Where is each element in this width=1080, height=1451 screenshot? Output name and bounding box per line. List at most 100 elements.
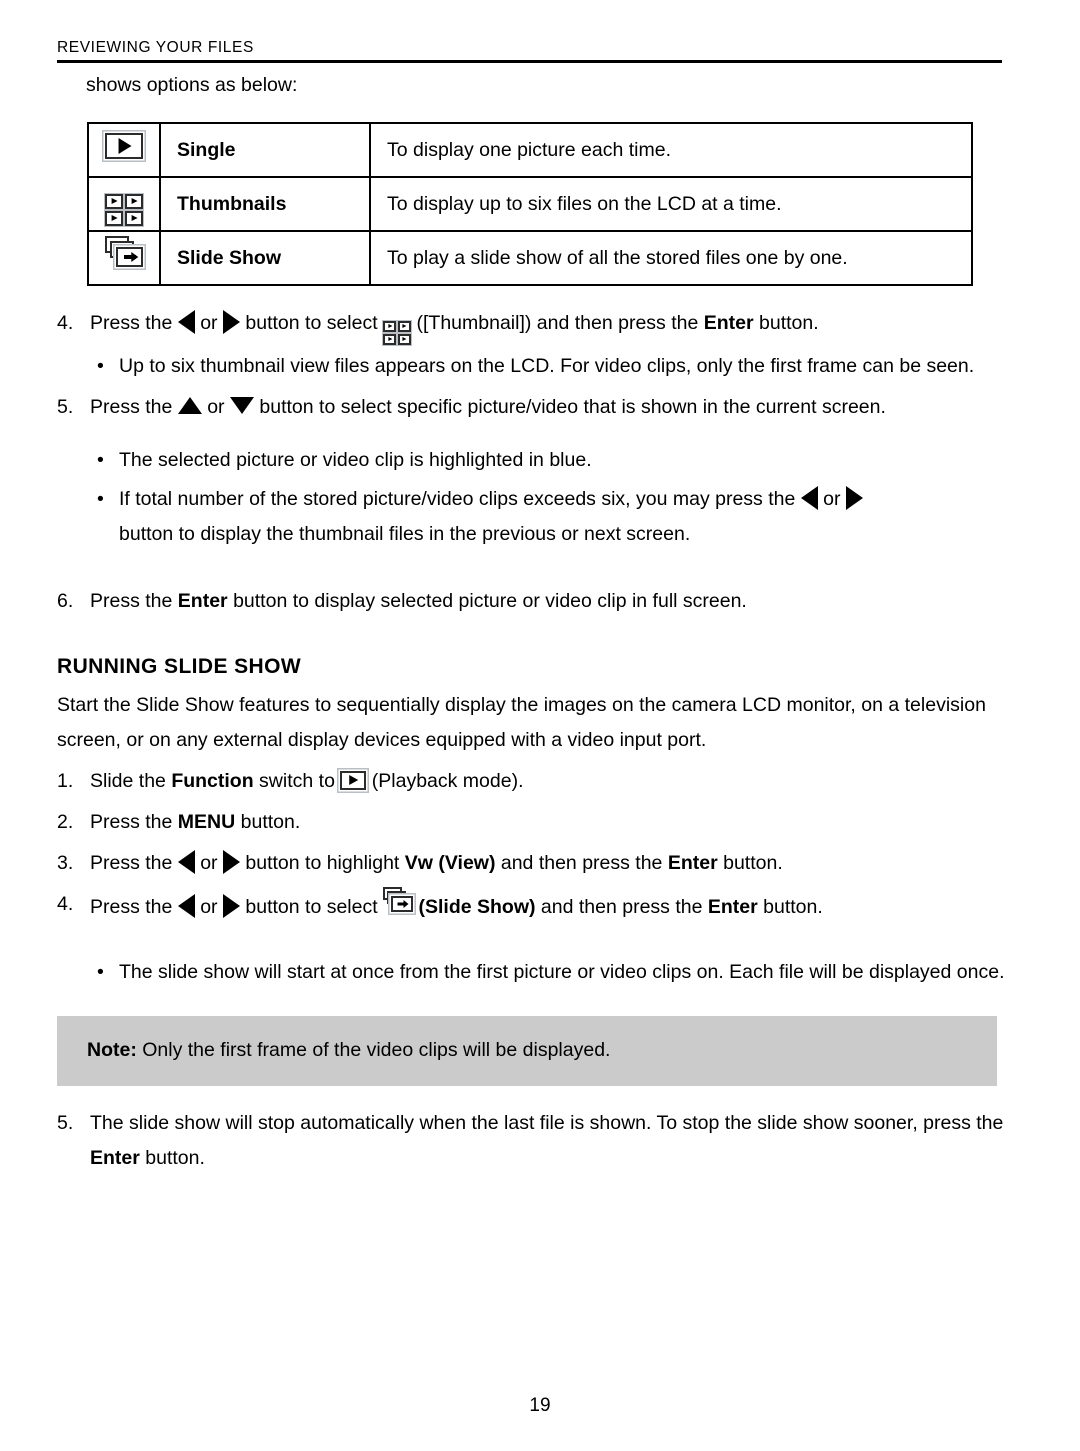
bullet-text: Up to six thumbnail view files appears o…: [119, 354, 975, 377]
step-number: 4.: [57, 312, 74, 334]
step-text: button to highlight: [239, 851, 405, 874]
bullet-slideshow-1: • The slide show will start at once from …: [57, 955, 1005, 990]
step-text: button.: [753, 312, 819, 334]
up-arrow-icon: [177, 397, 202, 415]
thumbnails-view-icon: [383, 320, 412, 345]
right-arrow-icon: [845, 485, 863, 510]
slide-sheet-front: [391, 895, 414, 912]
slide-show-icon: [383, 886, 414, 916]
playback-mode-icon: [340, 770, 367, 790]
document-page: REVIEWING YOUR FILES shows options as be…: [0, 0, 1080, 1451]
intro-line: shows options as below:: [86, 74, 298, 96]
slide-arrow-icon: [131, 251, 139, 262]
left-arrow-icon: [800, 485, 818, 510]
step-slideshow-2: 2. Press the MENU button.: [57, 805, 1005, 840]
note-label: Note:: [87, 1038, 137, 1061]
down-arrow-icon: [229, 397, 254, 415]
step-text: The slide show will stop automatically w…: [90, 1111, 1004, 1134]
step-text: Press the: [90, 851, 178, 874]
single-view-icon-cell: [87, 122, 161, 178]
bullet-glyph: •: [97, 354, 104, 377]
step-emphasis: Enter: [667, 851, 718, 874]
bullet-text: The selected picture or video clip is hi…: [119, 448, 592, 471]
step-number: 5.: [57, 1111, 74, 1134]
left-arrow-icon: [177, 309, 195, 334]
slide-arrow-icon: [403, 899, 409, 908]
step-text: Slide the: [90, 769, 172, 792]
step-text: or: [194, 895, 223, 918]
step-slideshow-1: 1. Slide the Function switch to (Playback…: [57, 764, 1005, 799]
bullet-text: button to display the thumbnail files in…: [119, 522, 691, 545]
step-review-4: 4. Press the or button to select ([Thumbn…: [57, 306, 1005, 345]
right-arrow-icon: [222, 893, 240, 918]
step-emphasis: Enter: [90, 1146, 140, 1169]
running-header-title: REVIEWING YOUR FILES: [57, 39, 254, 56]
step-text: button.: [235, 810, 301, 833]
section-intro-paragraph: Start the Slide Show features to sequent…: [57, 693, 986, 751]
thumb-cell: [125, 210, 143, 226]
thumbnails-view-icon-cell: [87, 176, 161, 232]
step-text: Press the: [90, 395, 178, 418]
note-text: Only the first frame of the video clips …: [136, 1038, 611, 1061]
section-heading: RUNNING SLIDE SHOW: [57, 654, 302, 678]
step-number: 5.: [57, 395, 74, 418]
option-description: To display up to six files on the LCD at…: [369, 176, 973, 232]
step-text: button.: [757, 895, 823, 918]
option-description: To play a slide show of all the stored f…: [369, 230, 973, 286]
header-divider: [57, 60, 1002, 63]
step-text: and then press the: [535, 895, 708, 918]
step-emphasis: Vw (View): [404, 851, 496, 874]
step-text: Press the: [90, 589, 178, 612]
slide-sheet-front: [116, 246, 143, 267]
step-text: or: [201, 395, 230, 418]
step-emphasis: MENU: [177, 810, 236, 833]
step-slideshow-3: 3. Press the or button to highlight Vw (V…: [57, 846, 1005, 881]
step-text: button.: [139, 1146, 205, 1169]
step-number: 3.: [57, 851, 74, 874]
thumb-cell: [383, 320, 397, 332]
step-text: or: [194, 851, 223, 874]
note-callout: Note: Only the first frame of the video …: [57, 1015, 997, 1086]
bullet-text: If total number of the stored picture/vi…: [119, 487, 801, 510]
step-text: ([Thumbnail]) and then press the: [411, 312, 704, 334]
step-emphasis: Enter: [703, 312, 754, 334]
bullet-review-2: • The selected picture or video clip is h…: [57, 443, 1005, 478]
bullet-glyph: •: [97, 448, 104, 471]
step-review-6: 6. Press the Enter button to display sele…: [57, 584, 1005, 619]
step-slideshow-5: 5. The slide show will stop automatically…: [57, 1106, 1005, 1176]
bullet-review-3: • If total number of the stored picture/v…: [57, 482, 1005, 552]
step-number: 4.: [57, 892, 74, 915]
bullet-glyph: •: [97, 487, 104, 510]
right-arrow-icon: [222, 309, 240, 334]
step-text: Press the: [90, 312, 178, 334]
thumb-cell: [125, 193, 143, 209]
step-text: button to select: [239, 312, 384, 334]
step-text: or: [194, 312, 223, 334]
step-number: 6.: [57, 589, 74, 612]
page-content: shows options as below: Single To displa…: [57, 70, 1005, 1176]
thumb-cell: [105, 210, 123, 226]
right-arrow-icon: [222, 849, 240, 874]
thumb-cell: [397, 320, 412, 332]
step-review-5: 5. Press the or button to select specific…: [57, 390, 1005, 425]
display-options-table: Single To display one picture each time.…: [87, 122, 973, 286]
option-name: Slide Show: [159, 230, 371, 286]
running-header: REVIEWING YOUR FILES: [57, 38, 1002, 63]
bullet-glyph: •: [97, 960, 104, 983]
bullet-text: or: [817, 487, 846, 510]
step-number: 2.: [57, 810, 74, 833]
step-text: button to display selected picture or vi…: [227, 589, 747, 612]
step-slideshow-4: 4. Press the or button to select (Slide S…: [57, 886, 1005, 925]
step-emphasis: (Slide Show): [413, 895, 536, 918]
option-name: Single: [159, 122, 371, 178]
page-number: 19: [529, 1395, 551, 1416]
thumb-cell: [383, 333, 397, 345]
single-view-icon: [105, 132, 143, 159]
table-row: Thumbnails To display up to six files on…: [87, 176, 973, 232]
table-row: Single To display one picture each time.: [87, 122, 973, 178]
step-text: switch to: [253, 769, 341, 792]
thumbnails-view-icon: [105, 193, 143, 226]
step-emphasis: Enter: [177, 589, 228, 612]
step-number: 1.: [57, 769, 74, 792]
step-text: Press the: [90, 895, 178, 918]
